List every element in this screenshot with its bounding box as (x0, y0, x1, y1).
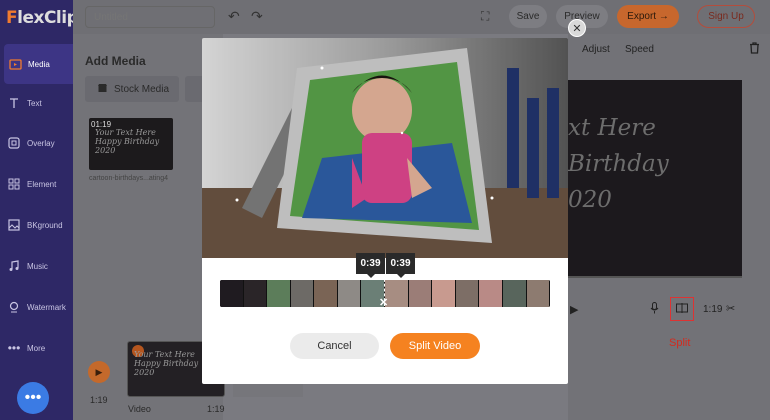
overlay-icon (7, 136, 21, 150)
chat-help-button[interactable]: ••• (17, 382, 49, 414)
start-time-tooltip: 0:39 (356, 253, 385, 278)
filmstrip-frame (220, 280, 244, 307)
filmstrip-frame (526, 280, 550, 307)
more-icon: ••• (7, 341, 21, 355)
sidebar-item-element[interactable]: Element (0, 164, 73, 204)
background-icon (7, 218, 21, 232)
filmstrip-frame (432, 280, 456, 307)
undo-icon[interactable]: ↶ (228, 8, 240, 25)
video-preview: xt Here Birthday 020 (568, 80, 742, 278)
cancel-button[interactable]: Cancel (290, 333, 379, 359)
filmstrip-frame (408, 280, 433, 307)
split-video-button[interactable]: Split Video (390, 333, 480, 359)
store-icon (97, 83, 108, 96)
save-button[interactable]: Save (509, 5, 547, 28)
text-icon (7, 96, 21, 110)
timeline-play-button[interactable]: ▶ (88, 361, 110, 383)
filmstrip-frame (337, 280, 362, 307)
sidebar-item-text[interactable]: Text (0, 83, 73, 123)
sidebar: FlexClip Media Text Overlay Element BKgr… (0, 0, 79, 420)
filmstrip-frame (385, 280, 409, 307)
export-button[interactable]: Export → (617, 5, 679, 28)
play-icon: ▶ (95, 366, 103, 377)
sidebar-item-overlay[interactable]: Overlay (0, 123, 73, 163)
project-title-input[interactable] (85, 6, 215, 28)
fullscreen-icon[interactable]: ⛶ (481, 9, 489, 24)
clip-label: Video (128, 404, 151, 414)
sidebar-item-watermark[interactable]: Watermark (0, 287, 73, 327)
redo-icon[interactable]: ↷ (251, 8, 263, 25)
close-modal-button[interactable]: ✕ (568, 19, 586, 37)
media-thumbnail[interactable]: 01:19 Your Text Here Happy Birthday 2020 (89, 118, 173, 170)
end-time-tooltip: 0:39 (386, 253, 415, 278)
close-icon: ✕ (572, 22, 582, 35)
watermark-icon (7, 300, 21, 314)
element-icon (7, 177, 21, 191)
stock-media-button[interactable]: Stock Media (85, 76, 179, 102)
media-icon (8, 57, 22, 71)
clip-duration: 1:19 (703, 304, 723, 315)
top-toolbar: ↶ ↷ ⛶ Save Preview Export → Sign Up (73, 0, 770, 34)
app-logo[interactable]: FlexClip (6, 8, 79, 28)
filmstrip-frame (502, 280, 527, 307)
filmstrip-frame (479, 280, 503, 307)
preview-text: xt Here Birthday 020 (568, 115, 669, 213)
timeline-time: 1:19 (90, 395, 108, 405)
split-video-modal (202, 38, 568, 384)
tab-adjust[interactable]: Adjust (582, 44, 610, 55)
sidebar-item-media[interactable]: Media (4, 44, 73, 84)
filmstrip-frame (243, 280, 268, 307)
scissors-icon[interactable]: ✂ (726, 302, 735, 315)
microphone-icon[interactable] (650, 302, 659, 317)
sidebar-item-bkground[interactable]: BKground (0, 205, 73, 245)
thumbnail-text: Your Text Here Happy Birthday 2020 (95, 128, 160, 155)
split-marker-icon[interactable]: ✕ (379, 296, 388, 309)
play-icon[interactable]: ▶ (570, 303, 578, 316)
sidebar-item-more[interactable]: ••• More (0, 328, 73, 368)
chat-icon: ••• (24, 389, 42, 406)
split-button[interactable] (670, 297, 694, 321)
clip-time: 1:19 (207, 404, 225, 414)
split-annotation: Split (669, 337, 691, 349)
split-icon (676, 302, 688, 316)
filmstrip-frame (314, 280, 338, 307)
filmstrip-frame (455, 280, 480, 307)
filmstrip-frame (290, 280, 315, 307)
thumbnail-filename: cartoon-birthdays...ating4 (89, 175, 168, 182)
panel-heading: Add Media (85, 54, 146, 68)
sign-up-button[interactable]: Sign Up (697, 5, 755, 28)
filmstrip-frame (267, 280, 291, 307)
video-frame (202, 38, 568, 258)
preview-progress-bar[interactable] (568, 276, 742, 278)
sidebar-item-music[interactable]: Music (0, 246, 73, 286)
music-icon (7, 259, 21, 273)
trash-icon[interactable] (749, 42, 760, 57)
clip-text: Your Text Here Happy Birthday 2020 (134, 350, 199, 377)
tab-speed[interactable]: Speed (625, 44, 654, 55)
